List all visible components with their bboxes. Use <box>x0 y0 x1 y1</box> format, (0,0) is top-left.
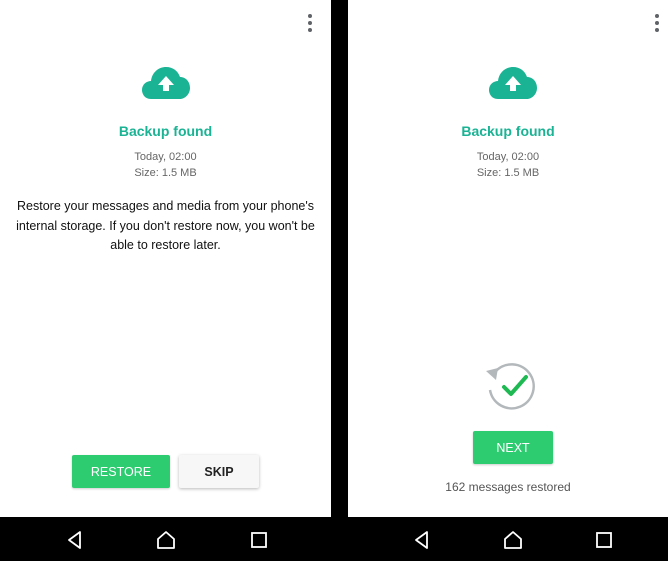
backup-found-title: Backup found <box>461 123 555 139</box>
navigation-bar <box>348 517 668 561</box>
more-options-icon[interactable] <box>652 14 662 32</box>
right-phone: Backup found Today, 02:00 Size: 1.5 MB N… <box>348 0 668 561</box>
backup-date: Today, 02:00 <box>476 151 540 163</box>
restore-status-text: 162 messages restored <box>445 480 571 494</box>
backup-size: Size: 1.5 MB <box>134 167 197 179</box>
backup-date: Today, 02:00 <box>134 151 197 163</box>
backup-size: Size: 1.5 MB <box>476 167 540 179</box>
sync-check-icon <box>486 363 535 410</box>
navigation-bar <box>0 517 331 561</box>
backup-found-title: Backup found <box>118 123 213 139</box>
skip-button[interactable]: SKIP <box>179 455 259 488</box>
backup-found-screen: Backup found Today, 02:00 Size: 1.5 MB R… <box>0 0 331 517</box>
restore-button[interactable]: RESTORE <box>72 455 170 488</box>
more-options-icon[interactable] <box>305 14 315 32</box>
home-icon[interactable] <box>502 529 524 551</box>
next-button[interactable]: NEXT <box>473 431 553 464</box>
home-icon[interactable] <box>155 529 177 551</box>
recents-icon[interactable] <box>248 529 270 551</box>
restore-description: Restore your messages and media from you… <box>16 199 315 252</box>
cloud-upload-icon <box>489 67 537 99</box>
back-icon[interactable] <box>411 529 433 551</box>
cloud-upload-icon <box>142 67 190 99</box>
restore-complete-screen: Backup found Today, 02:00 Size: 1.5 MB N… <box>348 0 668 517</box>
back-icon[interactable] <box>64 529 86 551</box>
recents-icon[interactable] <box>593 529 615 551</box>
left-phone: Backup found Today, 02:00 Size: 1.5 MB R… <box>0 0 331 561</box>
